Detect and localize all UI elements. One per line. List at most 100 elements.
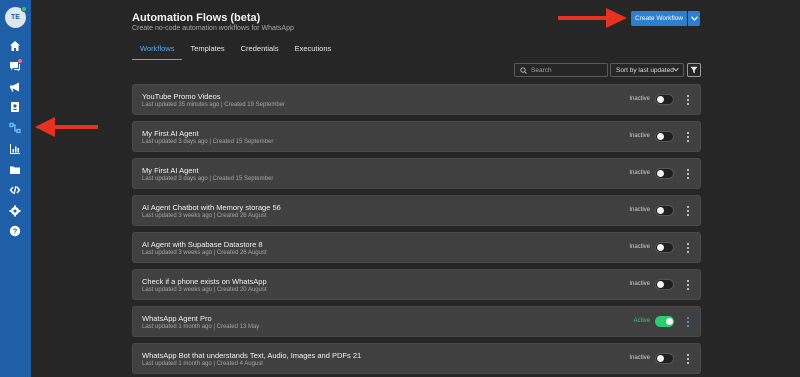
sidebar-item-analytics[interactable] — [8, 142, 22, 156]
analytics-icon — [10, 144, 20, 154]
flow-meta: Last updated 35 minutes ago | Created 19… — [142, 102, 285, 108]
svg-text:?: ? — [13, 227, 18, 236]
sidebar: TE ? — [0, 0, 31, 377]
flow-name[interactable]: Check if a phone exists on WhatsApp — [142, 277, 267, 286]
more-options-icon[interactable] — [685, 316, 691, 328]
search-box[interactable] — [514, 63, 608, 77]
notification-dot — [18, 59, 22, 63]
toggle-knob — [657, 281, 664, 288]
folder-icon — [10, 166, 20, 174]
flow-name[interactable]: AI Agent with Supabase Datastore 8 — [142, 240, 263, 249]
flow-row[interactable]: WhatsApp Bot that understands Text, Audi… — [132, 343, 701, 374]
more-options-icon[interactable] — [685, 279, 691, 291]
sidebar-item-contacts[interactable] — [8, 100, 22, 114]
flow-name[interactable]: YouTube Promo Videos — [142, 92, 221, 101]
flow-meta: Last updated 3 days ago | Created 15 Sep… — [142, 139, 274, 145]
more-options-icon[interactable] — [685, 242, 691, 254]
flow-active-toggle[interactable] — [655, 242, 674, 253]
toggle-knob — [657, 244, 664, 251]
flows-icon — [9, 122, 21, 134]
toggle-knob — [657, 133, 664, 140]
toggle-knob — [657, 170, 664, 177]
flow-row[interactable]: My First AI Agent Last updated 3 days ag… — [132, 121, 701, 152]
avatar-initials: TE — [11, 14, 20, 21]
flow-row[interactable]: AI Agent with Supabase Datastore 8 Last … — [132, 232, 701, 263]
create-workflow-dropdown-button[interactable] — [688, 11, 700, 26]
more-options-icon[interactable] — [685, 131, 691, 143]
more-options-icon[interactable] — [685, 94, 691, 106]
flow-row[interactable]: Check if a phone exists on WhatsApp Last… — [132, 269, 701, 300]
tab-bar: Workflows Templates Credentials Executio… — [132, 44, 339, 60]
flow-meta: Last updated 3 days ago | Created 15 Sep… — [142, 176, 274, 182]
flow-active-toggle[interactable] — [655, 205, 674, 216]
flow-status: Inactive — [629, 207, 650, 213]
flow-meta: Last updated 3 weeks ago | Created 26 Au… — [142, 213, 267, 219]
chevron-down-icon — [673, 67, 679, 72]
flow-name[interactable]: WhatsApp Bot that understands Text, Audi… — [142, 351, 361, 360]
toggle-knob — [666, 318, 673, 325]
avatar[interactable]: TE — [5, 6, 27, 28]
flow-name[interactable]: My First AI Agent — [142, 166, 199, 175]
flow-name[interactable]: My First AI Agent — [142, 129, 199, 138]
gear-icon — [9, 205, 21, 217]
flow-active-toggle[interactable] — [655, 131, 674, 142]
create-workflow-button[interactable]: Create Workflow — [631, 11, 687, 26]
flow-status: Inactive — [629, 170, 650, 176]
flow-status: Inactive — [629, 281, 650, 287]
annotation-arrow-icon — [35, 117, 98, 137]
tab-workflows[interactable]: Workflows — [132, 44, 183, 60]
code-icon — [9, 185, 21, 195]
search-input[interactable] — [531, 66, 601, 74]
more-options-icon[interactable] — [685, 205, 691, 217]
chevron-down-icon — [690, 16, 698, 21]
online-status-dot — [21, 6, 27, 12]
flow-meta: Last updated 1 month ago | Created 4 Aug… — [142, 361, 263, 367]
flow-active-toggle[interactable] — [655, 316, 674, 327]
sidebar-item-chats[interactable] — [8, 59, 22, 73]
sidebar-item-developer[interactable] — [8, 183, 22, 197]
sidebar-item-help[interactable]: ? — [8, 224, 22, 238]
flow-meta: Last updated 3 weeks ago | Created 20 Au… — [142, 287, 267, 293]
sort-select[interactable]: Sort by last updated — [610, 63, 684, 77]
tab-credentials[interactable]: Credentials — [233, 44, 287, 60]
tab-executions[interactable]: Executions — [287, 44, 340, 60]
toggle-knob — [657, 207, 664, 214]
annotation-arrow-icon — [558, 8, 627, 28]
flow-status: Inactive — [629, 244, 650, 250]
flow-active-toggle[interactable] — [655, 94, 674, 105]
flow-name[interactable]: AI Agent Chatbot with Memory storage 56 — [142, 203, 281, 212]
flow-name[interactable]: WhatsApp Agent Pro — [142, 314, 212, 323]
flow-status: Inactive — [629, 96, 650, 102]
sidebar-item-home[interactable] — [8, 39, 22, 53]
more-options-icon[interactable] — [685, 353, 691, 365]
flow-active-toggle[interactable] — [655, 353, 674, 364]
flow-active-toggle[interactable] — [655, 168, 674, 179]
help-icon: ? — [9, 225, 21, 237]
sidebar-item-files[interactable] — [8, 163, 22, 177]
filter-button[interactable] — [687, 63, 701, 77]
flow-meta: Last updated 1 month ago | Created 13 Ma… — [142, 324, 260, 330]
megaphone-icon — [10, 82, 19, 92]
flow-row[interactable]: WhatsApp Agent Pro Last updated 1 month … — [132, 306, 701, 337]
toggle-knob — [657, 355, 664, 362]
flow-row[interactable]: YouTube Promo Videos Last updated 35 min… — [132, 84, 701, 115]
tab-templates[interactable]: Templates — [182, 44, 232, 60]
flow-row[interactable]: AI Agent Chatbot with Memory storage 56 … — [132, 195, 701, 226]
page-subtitle: Create no-code automation workflows for … — [132, 25, 294, 32]
filter-icon — [690, 66, 698, 74]
contacts-icon — [11, 102, 19, 112]
sidebar-item-flows[interactable] — [8, 121, 22, 135]
sidebar-item-settings[interactable] — [8, 204, 22, 218]
more-options-icon[interactable] — [685, 168, 691, 180]
search-icon — [520, 66, 527, 74]
flow-row[interactable]: My First AI Agent Last updated 3 days ag… — [132, 158, 701, 189]
sidebar-item-broadcast[interactable] — [8, 80, 22, 94]
flow-status: Inactive — [629, 133, 650, 139]
toggle-knob — [657, 96, 664, 103]
flow-active-toggle[interactable] — [655, 279, 674, 290]
sort-label: Sort by last updated — [616, 66, 674, 74]
flow-status: Active — [633, 318, 650, 324]
flow-meta: Last updated 3 weeks ago | Created 26 Au… — [142, 250, 267, 256]
flow-status: Inactive — [629, 355, 650, 361]
home-icon — [10, 41, 20, 51]
